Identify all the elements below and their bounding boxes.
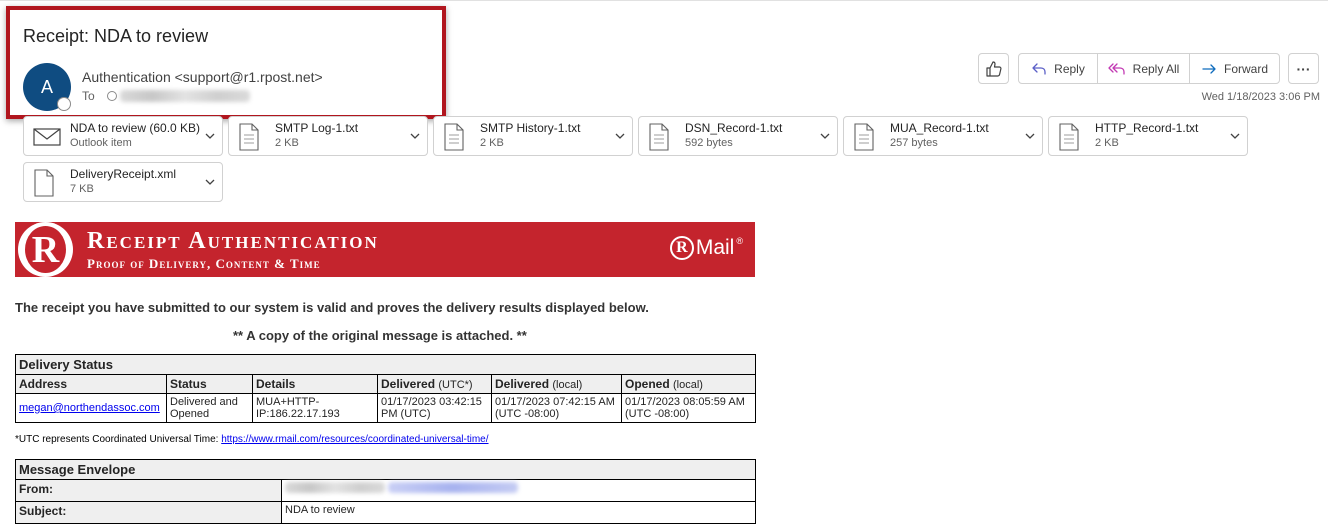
reply-icon — [1032, 62, 1046, 75]
from-name-redacted — [285, 482, 385, 493]
document-icon — [444, 123, 464, 151]
attachment-name: HTTP_Record-1.txt — [1095, 121, 1199, 135]
document-icon — [34, 169, 54, 197]
col-opened-suffix: (local) — [673, 379, 703, 391]
cell-delivered-local: 01/17/2023 07:42:15 AM (UTC -08:00) — [491, 393, 622, 423]
attachment-http-record[interactable]: HTTP_Record-1.txt 2 KB — [1048, 116, 1248, 156]
attachment-smtp-history[interactable]: SMTP History-1.txt 2 KB — [433, 116, 633, 156]
rpost-logo: R — [18, 222, 73, 277]
forward-icon — [1202, 63, 1216, 74]
attachment-name: SMTP Log-1.txt — [275, 121, 359, 135]
attachment-mua-record[interactable]: MUA_Record-1.txt 257 bytes — [843, 116, 1043, 156]
subject-value: NDA to review — [281, 501, 756, 524]
highlight-box — [6, 6, 446, 119]
attachment-dsn-record[interactable]: DSN_Record-1.txt 592 bytes — [638, 116, 838, 156]
cell-address: megan@northendassoc.com — [15, 393, 167, 423]
attachment-name: NDA to review (60.0 KB) — [70, 121, 201, 135]
from-value — [281, 479, 756, 502]
table-row: megan@northendassoc.com Delivered and Op… — [15, 393, 756, 423]
logo-letter: R — [25, 226, 66, 273]
col-delivered-local: Delivered (local) — [491, 374, 622, 394]
attachment-name: SMTP History-1.txt — [480, 121, 581, 135]
validity-statement: The receipt you have submitted to our sy… — [15, 300, 649, 315]
copy-notice: ** A copy of the original message is att… — [233, 328, 527, 343]
document-icon — [239, 123, 259, 151]
delivery-status-table: Delivery Status Address Status Details D… — [15, 354, 756, 423]
reply-toolbar: Reply Reply All Forward — [1018, 53, 1280, 84]
attachment-size: 257 bytes — [890, 137, 938, 149]
attachment-size: Outlook item — [70, 137, 132, 149]
utc-link[interactable]: https://www.rmail.com/resources/coordina… — [221, 434, 488, 445]
received-datetime: Wed 1/18/2023 3:06 PM — [1201, 91, 1320, 103]
delivery-status-title: Delivery Status — [15, 354, 756, 375]
envelope-title: Message Envelope — [15, 459, 756, 480]
attachment-name: DeliveryReceipt.xml — [70, 167, 177, 181]
attachment-nda[interactable]: NDA to review (60.0 KB) Outlook item — [23, 116, 223, 156]
more-actions-button[interactable]: ··· — [1288, 53, 1319, 84]
message-envelope-table: Message Envelope From: Subject: NDA to r… — [15, 459, 756, 524]
attachment-size: 2 KB — [275, 137, 299, 149]
chevron-down-icon[interactable] — [819, 130, 831, 142]
col-utc-suffix: (UTC*) — [438, 379, 473, 391]
col-local-suffix: (local) — [552, 379, 583, 391]
registered-mark: ® — [736, 236, 743, 246]
attachment-smtp-log[interactable]: SMTP Log-1.txt 2 KB — [228, 116, 428, 156]
forward-button[interactable]: Forward — [1189, 54, 1279, 83]
footnote-text: *UTC represents Coordinated Universal Ti… — [15, 434, 222, 445]
forward-label: Forward — [1223, 61, 1268, 76]
recipient-email-link[interactable]: megan@northendassoc.com — [19, 402, 160, 414]
rmail-r-icon: R — [669, 236, 694, 260]
receipt-banner: R Receipt Authentication Proof of Delive… — [15, 222, 755, 277]
chevron-down-icon[interactable] — [204, 130, 216, 142]
reply-label: Reply — [1054, 61, 1085, 76]
attachment-name: DSN_Record-1.txt — [685, 121, 783, 135]
attachment-name: MUA_Record-1.txt — [890, 121, 989, 135]
rmail-logo: R Mail ® — [669, 236, 743, 260]
chevron-down-icon[interactable] — [614, 130, 626, 142]
from-label: From: — [15, 479, 282, 502]
like-button[interactable] — [978, 53, 1009, 84]
cell-opened-local: 01/17/2023 08:05:59 AM (UTC -08:00) — [621, 393, 756, 423]
col-opened: Opened (local) — [621, 374, 756, 394]
attachment-size: 2 KB — [480, 137, 504, 149]
col-status: Status — [166, 374, 253, 394]
reply-all-label: Reply All — [1132, 61, 1180, 76]
subject-label: Subject: — [15, 501, 282, 524]
utc-footnote: *UTC represents Coordinated Universal Ti… — [15, 434, 489, 445]
document-icon — [1059, 123, 1079, 151]
thumbs-up-icon — [985, 60, 1002, 77]
col-opened-label: Opened — [625, 377, 670, 391]
col-delivered-local-label: Delivered — [495, 377, 550, 391]
cell-details: MUA+HTTP-IP:186.22.17.193 — [252, 393, 378, 423]
chevron-down-icon[interactable] — [204, 176, 216, 188]
reply-all-icon — [1108, 62, 1125, 75]
cell-delivered-utc: 01/17/2023 03:42:15 PM (UTC) — [377, 393, 492, 423]
col-delivered-utc: Delivered (UTC*) — [377, 374, 492, 394]
attachment-size: 592 bytes — [685, 137, 733, 149]
cell-status: Delivered and Opened — [166, 393, 253, 423]
reply-button[interactable]: Reply — [1019, 54, 1097, 83]
col-details: Details — [252, 374, 378, 394]
email-reading-pane: Receipt: NDA to review A Authentication … — [0, 0, 1328, 524]
attachment-size: 2 KB — [1095, 137, 1119, 149]
chevron-down-icon[interactable] — [1024, 130, 1036, 142]
from-email-redacted[interactable] — [388, 482, 519, 493]
document-icon — [649, 123, 669, 151]
col-delivered-label: Delivered — [381, 377, 436, 391]
chevron-down-icon[interactable] — [1229, 130, 1241, 142]
attachment-delivery-receipt[interactable]: DeliveryReceipt.xml 7 KB — [23, 162, 223, 202]
rmail-text: Mail — [695, 236, 735, 259]
document-icon — [854, 123, 874, 151]
envelope-icon — [33, 128, 61, 146]
banner-subtitle: Proof of Delivery, Content & Time — [87, 256, 321, 271]
chevron-down-icon[interactable] — [409, 130, 421, 142]
banner-title: Receipt Authentication — [87, 228, 379, 254]
top-divider — [0, 0, 1328, 1]
more-icon: ··· — [1296, 60, 1311, 77]
attachment-size: 7 KB — [70, 183, 94, 195]
col-address: Address — [15, 374, 167, 394]
reply-all-button[interactable]: Reply All — [1097, 54, 1189, 83]
